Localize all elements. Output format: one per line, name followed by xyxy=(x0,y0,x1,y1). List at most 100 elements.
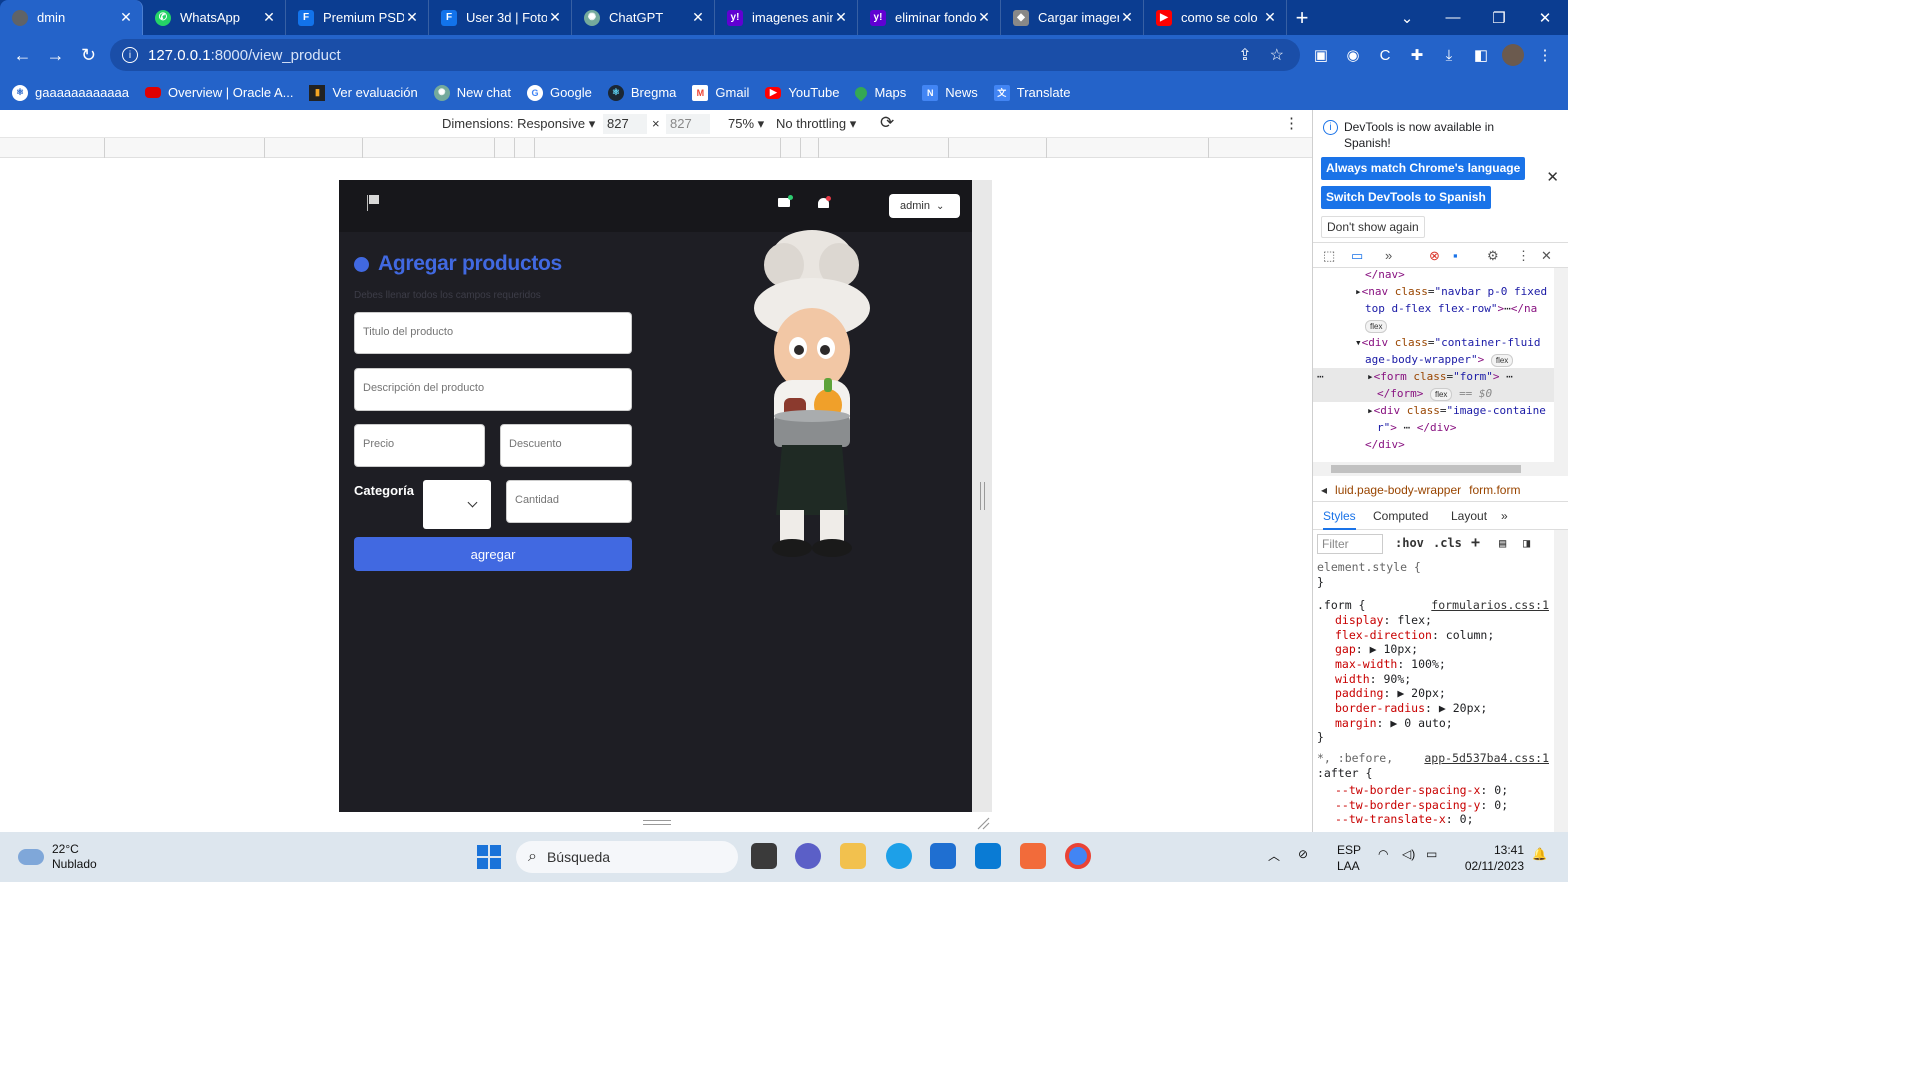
zoom-dropdown[interactable]: 75% ▾ xyxy=(728,116,764,132)
resize-handle-icon[interactable] xyxy=(980,482,985,510)
kebab-menu-icon[interactable]: ⋮ xyxy=(1517,248,1530,264)
side-panel-icon[interactable]: ◧ xyxy=(1470,44,1492,66)
tab-search-icon[interactable]: ⌄ xyxy=(1384,0,1430,35)
close-tab-icon[interactable]: ✕ xyxy=(261,9,277,26)
switch-spanish-button[interactable]: Switch DevTools to Spanish xyxy=(1321,186,1491,209)
style-property[interactable]: --tw-border-spacing-x: 0; xyxy=(1335,783,1508,798)
extension-icon[interactable]: C xyxy=(1374,44,1396,66)
tab-layout[interactable]: Layout xyxy=(1451,509,1487,523)
browser-tab[interactable]: ✆ WhatsApp ✕ xyxy=(143,0,286,35)
bookmark-item[interactable]: ✺ New chat xyxy=(433,84,511,101)
style-property[interactable]: display: flex; xyxy=(1335,613,1432,628)
minimize-button[interactable]: — xyxy=(1430,0,1476,35)
dom-node[interactable]: ▸<div class="image-containe xyxy=(1367,402,1546,419)
extension-icon[interactable]: ◉ xyxy=(1342,44,1364,66)
close-tab-icon[interactable]: ✕ xyxy=(1119,9,1135,26)
browser-tab[interactable]: ✺ ChatGPT ✕ xyxy=(572,0,715,35)
dom-node[interactable]: ▸<nav class="navbar p-0 fixed xyxy=(1355,283,1547,300)
close-window-button[interactable]: ✕ xyxy=(1522,0,1568,35)
browser-tab[interactable]: y! imagenes anim ✕ xyxy=(715,0,858,35)
browser-tab[interactable]: F User 3d | Foto ✕ xyxy=(429,0,572,35)
file-explorer-icon[interactable] xyxy=(840,843,866,869)
dom-node[interactable]: ▾<div class="container-fluid xyxy=(1355,334,1540,351)
admin-dropdown[interactable]: admin ⌄ xyxy=(889,194,960,218)
tray-chevron-icon[interactable]: ︿ xyxy=(1268,847,1280,864)
height-input[interactable]: 827 xyxy=(666,114,710,134)
avatar[interactable] xyxy=(1502,44,1524,66)
style-property[interactable]: --tw-translate-x: 0; xyxy=(1335,812,1474,827)
more-tabs-icon[interactable]: » xyxy=(1501,509,1508,523)
style-property[interactable]: width: 90%; xyxy=(1335,672,1411,687)
bookmark-item[interactable]: Maps xyxy=(852,84,906,101)
price-input[interactable]: Precio xyxy=(354,424,485,467)
mail-icon[interactable] xyxy=(778,195,793,207)
close-tab-icon[interactable]: ✕ xyxy=(1262,9,1278,26)
style-property[interactable]: max-width: 100%; xyxy=(1335,657,1446,672)
dimensions-dropdown[interactable]: Dimensions: Responsive ▾ xyxy=(442,116,595,132)
close-tab-icon[interactable]: ✕ xyxy=(833,9,849,26)
bookmark-item[interactable]: M Gmail xyxy=(692,84,749,101)
rule-source-link[interactable]: formularios.css:1 xyxy=(1431,598,1549,613)
language-indicator[interactable]: ESP LAA xyxy=(1337,842,1361,874)
more-options-icon[interactable]: ⋮ xyxy=(1284,114,1299,132)
flex-badge[interactable]: flex xyxy=(1365,317,1388,334)
browser-tab[interactable]: dmin ✕ xyxy=(0,0,143,35)
network-warning-icon[interactable]: ⊘ xyxy=(1298,847,1308,861)
vscode-icon[interactable] xyxy=(975,843,1001,869)
throttling-dropdown[interactable]: No throttling ▾ xyxy=(776,116,856,132)
resize-handle-icon[interactable] xyxy=(643,820,671,825)
back-icon[interactable]: ← xyxy=(6,45,39,66)
close-tab-icon[interactable]: ✕ xyxy=(976,9,992,26)
bell-icon[interactable] xyxy=(818,196,831,209)
quantity-input[interactable]: Cantidad xyxy=(506,480,632,523)
device-toggle-icon[interactable]: ▭ xyxy=(1351,248,1363,264)
url-input[interactable]: i 127.0.0.1:8000/view_product ⇪ ☆ xyxy=(110,39,1300,71)
styles-scrollbar[interactable] xyxy=(1554,530,1568,832)
close-tab-icon[interactable]: ✕ xyxy=(690,9,706,26)
close-devtools-icon[interactable]: ✕ xyxy=(1541,248,1552,264)
volume-icon[interactable]: ◁) xyxy=(1402,847,1415,861)
rotate-icon[interactable]: ⟳ xyxy=(880,113,894,133)
rule-source-link[interactable]: app-5d537ba4.css:1 xyxy=(1424,751,1549,766)
logo-broken-image-icon[interactable] xyxy=(367,195,381,211)
style-property[interactable]: padding: ▶ 20px; xyxy=(1335,686,1446,701)
sidebar-toggle-icon[interactable]: ◨ xyxy=(1523,536,1530,550)
new-tab-button[interactable]: + xyxy=(1287,0,1317,35)
bookmark-item[interactable]: ⚛ Bregma xyxy=(607,84,676,101)
tab-computed[interactable]: Computed xyxy=(1373,509,1428,523)
style-property[interactable]: margin: ▶ 0 auto; xyxy=(1335,716,1453,731)
teams-icon[interactable] xyxy=(795,843,821,869)
dom-node-form[interactable]: ▸<form class="form"> ⋯ xyxy=(1367,368,1513,385)
taskbar-search[interactable]: ⌕ Búsqueda xyxy=(516,841,738,873)
crumb-left-icon[interactable]: ◂ xyxy=(1321,483,1327,497)
download-icon[interactable]: ⤓ xyxy=(1438,44,1460,66)
dom-node[interactable]: </nav> xyxy=(1365,266,1405,283)
site-info-icon[interactable]: i xyxy=(122,47,138,63)
store-icon[interactable] xyxy=(930,843,956,869)
bookmark-item[interactable]: Overview | Oracle A... xyxy=(145,85,293,100)
add-rule-icon[interactable]: + xyxy=(1471,533,1480,551)
close-tab-icon[interactable]: ✕ xyxy=(404,9,420,26)
extension-on-icon[interactable]: ▣ xyxy=(1310,44,1332,66)
browser-tab[interactable]: ▶ como se colo ✕ xyxy=(1144,0,1287,35)
title-input[interactable]: Titulo del producto xyxy=(354,312,632,354)
bookmark-star-icon[interactable]: ☆ xyxy=(1270,45,1284,65)
wifi-icon[interactable]: ◠ xyxy=(1378,847,1388,861)
ellipsis-icon[interactable]: ⋯ xyxy=(1317,368,1324,385)
style-property[interactable]: border-radius: ▶ 20px; xyxy=(1335,701,1487,716)
settings-gear-icon[interactable]: ⚙ xyxy=(1487,248,1499,264)
close-tab-icon[interactable]: ✕ xyxy=(547,9,563,26)
error-icon[interactable]: ⊗ xyxy=(1429,248,1440,264)
elements-scrollbar[interactable] xyxy=(1554,268,1568,462)
add-product-button[interactable]: agregar xyxy=(354,537,632,571)
description-input[interactable]: Descripción del producto xyxy=(354,368,632,411)
issues-icon[interactable]: ▪ xyxy=(1453,248,1458,263)
edge-icon[interactable] xyxy=(886,843,912,869)
filter-input[interactable]: Filter xyxy=(1317,534,1383,554)
notification-bell-icon[interactable]: 🔔 xyxy=(1532,847,1547,861)
forward-icon[interactable]: → xyxy=(39,45,72,66)
dont-show-button[interactable]: Don't show again xyxy=(1321,216,1425,238)
browser-tab[interactable]: F Premium PSD ✕ xyxy=(286,0,429,35)
bookmark-item[interactable]: ⚛ gaaaaaaaaaaaa xyxy=(12,84,129,101)
browser-tab[interactable]: ◆ Cargar imagen ✕ xyxy=(1001,0,1144,35)
